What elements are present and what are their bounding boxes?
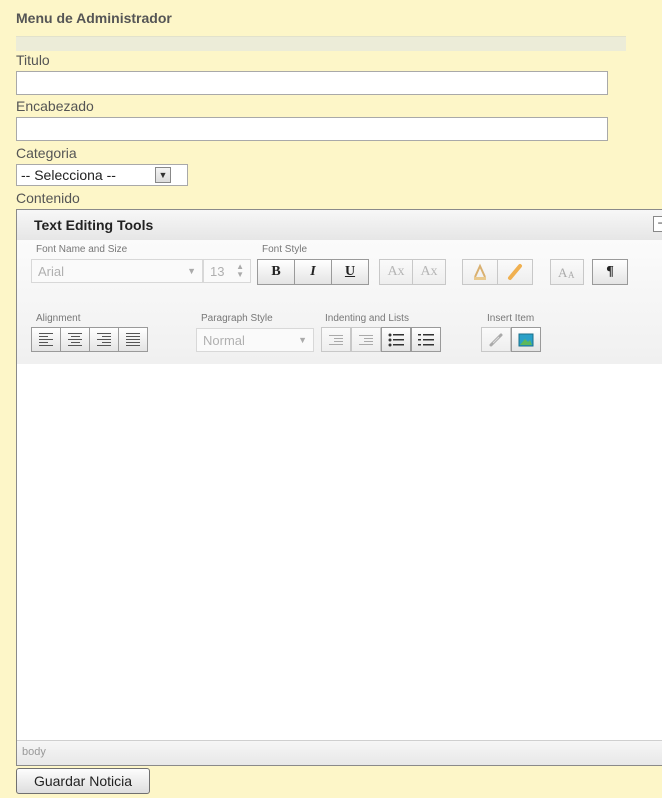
subscript-button[interactable]: Ax xyxy=(379,259,413,285)
titulo-input[interactable] xyxy=(16,71,608,95)
editor-status-bar: body xyxy=(17,740,662,765)
font-size-stepper[interactable]: 13 ▲ ▼ xyxy=(203,259,251,283)
font-name-size-group-label: Font Name and Size xyxy=(36,244,128,255)
align-left-button[interactable] xyxy=(31,327,61,352)
font-name-value: Arial xyxy=(38,263,65,279)
paragraph-style-value: Normal xyxy=(203,332,245,348)
highlighter-icon xyxy=(508,264,522,280)
align-justify-button[interactable] xyxy=(118,327,148,352)
contenido-label: Contenido xyxy=(16,190,80,206)
superscript-button[interactable]: Ax xyxy=(412,259,446,285)
paragraph-style-group-label: Paragraph Style xyxy=(201,313,273,324)
insert-item-group-label: Insert Item xyxy=(487,313,535,324)
rich-text-editor: Text Editing Tools − Font Name and Size … xyxy=(16,209,662,766)
insert-image-button[interactable] xyxy=(511,327,541,352)
admin-menu-title: Menu de Administrador xyxy=(16,10,172,26)
underline-button[interactable]: U xyxy=(331,259,369,285)
categoria-label: Categoria xyxy=(16,145,77,161)
outdent-button[interactable] xyxy=(321,327,351,352)
align-center-icon xyxy=(68,333,82,346)
element-path: body xyxy=(22,746,46,758)
admin-menu-bar xyxy=(16,36,626,51)
svg-text:A: A xyxy=(558,265,568,280)
align-right-icon xyxy=(97,333,111,346)
editor-title: Text Editing Tools xyxy=(34,217,154,233)
chevron-down-icon: ▼ xyxy=(187,266,196,276)
guardar-noticia-button[interactable]: Guardar Noticia xyxy=(16,768,150,794)
editor-header: Text Editing Tools − xyxy=(17,210,662,241)
indent-button[interactable] xyxy=(351,327,381,352)
titulo-label: Titulo xyxy=(16,52,50,68)
outdent-icon xyxy=(329,334,343,345)
chevron-down-icon[interactable]: ▼ xyxy=(155,167,171,183)
svg-text:A: A xyxy=(568,270,575,280)
align-justify-icon xyxy=(126,333,140,346)
align-right-button[interactable] xyxy=(89,327,119,352)
numbered-list-icon xyxy=(418,333,434,345)
insert-link-button[interactable] xyxy=(481,327,511,352)
numbered-list-button[interactable] xyxy=(411,327,441,352)
align-left-icon xyxy=(39,333,53,346)
highlight-button[interactable] xyxy=(497,259,533,285)
bullet-list-button[interactable] xyxy=(381,327,411,352)
indenting-lists-group-label: Indenting and Lists xyxy=(325,313,409,324)
encabezado-input[interactable] xyxy=(16,117,608,141)
text-color-icon xyxy=(474,263,486,280)
font-size-change-button[interactable]: A A xyxy=(550,259,584,285)
categoria-select[interactable]: -- Selecciona -- ▼ xyxy=(16,164,188,186)
link-icon xyxy=(489,333,503,346)
text-color-button[interactable] xyxy=(462,259,498,285)
bullet-list-icon xyxy=(388,333,404,346)
categoria-selected-value: -- Selecciona -- xyxy=(21,167,116,183)
chevron-down-icon: ▼ xyxy=(298,335,307,345)
indent-icon xyxy=(359,334,373,345)
font-size-icon: A A xyxy=(558,265,575,280)
encabezado-label: Encabezado xyxy=(16,98,94,114)
paragraph-style-select[interactable]: Normal ▼ xyxy=(196,328,314,352)
image-icon xyxy=(518,333,534,346)
italic-button[interactable]: I xyxy=(294,259,332,285)
stepper-arrows-icon: ▲ ▼ xyxy=(236,262,244,279)
alignment-group-label: Alignment xyxy=(36,313,81,324)
font-style-group-label: Font Style xyxy=(262,244,308,255)
editor-content-area[interactable] xyxy=(17,364,662,738)
collapse-icon[interactable]: − xyxy=(653,216,662,232)
font-size-value: 13 xyxy=(210,263,225,279)
align-center-button[interactable] xyxy=(60,327,90,352)
font-name-select[interactable]: Arial ▼ xyxy=(31,259,203,283)
editor-toolbar: Font Name and Size Font Style Arial ▼ 13… xyxy=(17,240,662,365)
bold-button[interactable]: B xyxy=(257,259,295,285)
paragraph-marks-button[interactable]: ¶ xyxy=(592,259,628,285)
